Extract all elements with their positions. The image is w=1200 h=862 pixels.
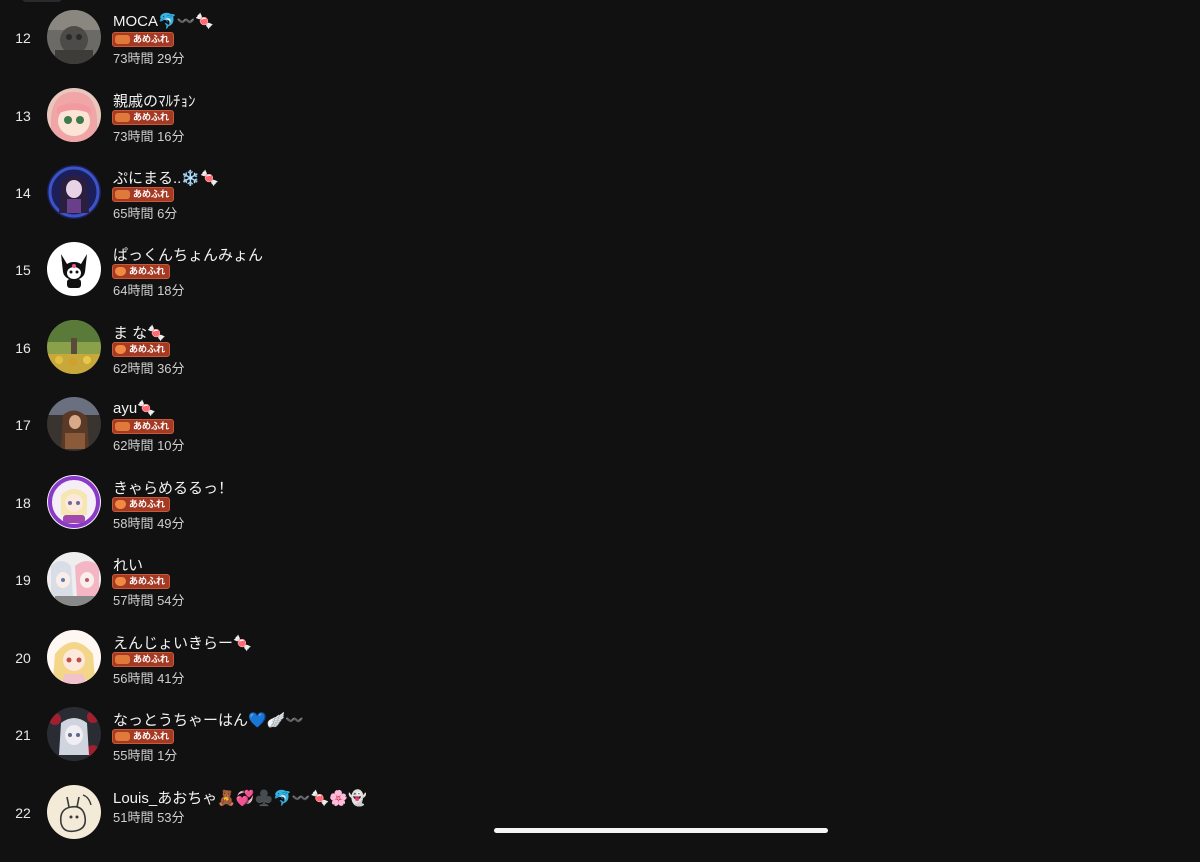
rank-number: 17: [15, 417, 31, 433]
previous-row-edge: [22, 0, 62, 2]
user-name: きゃらめるるっ！: [113, 480, 234, 497]
ame-fure-badge: あめふれ: [112, 32, 175, 47]
watch-time: 73時間 16分: [113, 129, 185, 144]
user-avatar[interactable]: [47, 475, 101, 529]
user-name: ayu🍬: [113, 400, 156, 417]
ame-fure-badge: あめふれ: [112, 110, 175, 125]
rank-number: 21: [15, 727, 31, 743]
user-name: MOCA🐬〰️🍬: [113, 13, 215, 30]
ame-fure-badge: あめふれ: [112, 729, 175, 744]
user-avatar[interactable]: [47, 397, 101, 451]
rank-number: 13: [15, 108, 31, 124]
rank-number: 22: [15, 805, 31, 821]
rank-number: 18: [15, 495, 31, 511]
watch-time: 51時間 53分: [113, 810, 185, 825]
badge-icon: [115, 35, 130, 44]
ame-fure-badge: あめふれ: [112, 187, 175, 202]
ranking-list: 12 MOCA🐬〰️🍬 あめふれ 73時間 29分 13 親戚のﾏﾙﾁｮﾝ あめ…: [0, 0, 1200, 840]
watch-time: 64時間 18分: [113, 283, 185, 298]
user-avatar[interactable]: [47, 630, 101, 684]
badge-icon: [115, 113, 130, 122]
ranking-row[interactable]: 18 きゃらめるるっ！ あめふれ 58時間 49分: [0, 475, 1200, 552]
watch-time: 55時間 1分: [113, 748, 178, 763]
rank-number: 19: [15, 572, 31, 588]
user-name: ま な🍬: [113, 325, 166, 342]
badge-heart-icon: [115, 345, 126, 354]
user-name: れい: [113, 557, 144, 574]
user-avatar[interactable]: [47, 10, 101, 64]
home-indicator[interactable]: [494, 828, 828, 833]
badge-heart-icon: [115, 500, 126, 509]
ranking-row[interactable]: 16 ま な🍬 あめふれ 62時間 36分: [0, 320, 1200, 397]
user-name: Louis_あおちゃ🧸💞♣️🐬〰️🍬🌸👻: [113, 790, 367, 807]
user-name: ぱっくんちょんみょん: [113, 247, 264, 264]
user-name: ぷにまる..❄️🍬: [113, 170, 219, 187]
user-name: なっとうちゃーはん💙🪽〰️: [113, 712, 305, 729]
badge-icon: [115, 655, 130, 664]
ranking-row[interactable]: 14 ぷにまる..❄️🍬 あめふれ 65時間 6分: [0, 165, 1200, 242]
ame-fure-badge: あめふれ: [112, 419, 175, 434]
watch-time: 62時間 36分: [113, 361, 185, 376]
rank-number: 16: [15, 340, 31, 356]
user-avatar[interactable]: [47, 88, 101, 142]
watch-time: 73時間 29分: [113, 51, 185, 66]
badge-icon: [115, 422, 130, 431]
ame-fure-badge: あめふれ: [112, 342, 171, 357]
rank-number: 12: [15, 30, 31, 46]
badge-heart-icon: [115, 267, 126, 276]
ranking-row[interactable]: 19 れい あめふれ 57時間 54分: [0, 552, 1200, 629]
user-avatar[interactable]: [47, 552, 101, 606]
user-avatar[interactable]: [47, 165, 101, 219]
badge-icon: [115, 190, 130, 199]
ranking-row[interactable]: 21 なっとうちゃーはん💙🪽〰️ あめふれ 55時間 1分: [0, 707, 1200, 784]
ranking-row[interactable]: 12 MOCA🐬〰️🍬 あめふれ 73時間 29分: [0, 10, 1200, 87]
user-avatar[interactable]: [47, 707, 101, 761]
watch-time: 56時間 41分: [113, 671, 185, 686]
ame-fure-badge: あめふれ: [112, 497, 171, 512]
rank-number: 20: [15, 650, 31, 666]
watch-time: 58時間 49分: [113, 516, 185, 531]
ame-fure-badge: あめふれ: [112, 574, 171, 589]
watch-time: 65時間 6分: [113, 206, 178, 221]
ranking-row[interactable]: 22 Louis_あおちゃ🧸💞♣️🐬〰️🍬🌸👻 51時間 53分: [0, 785, 1200, 862]
user-avatar[interactable]: [47, 320, 101, 374]
rank-number: 14: [15, 185, 31, 201]
watch-time: 57時間 54分: [113, 593, 185, 608]
badge-heart-icon: [115, 577, 126, 586]
ame-fure-badge: あめふれ: [112, 652, 175, 667]
ranking-row[interactable]: 13 親戚のﾏﾙﾁｮﾝ あめふれ 73時間 16分: [0, 88, 1200, 165]
badge-icon: [115, 732, 130, 741]
user-avatar[interactable]: [47, 785, 101, 839]
watch-time: 62時間 10分: [113, 438, 185, 453]
user-name: 親戚のﾏﾙﾁｮﾝ: [113, 93, 196, 110]
rank-number: 15: [15, 262, 31, 278]
ranking-row[interactable]: 17 ayu🍬 あめふれ 62時間 10分: [0, 397, 1200, 474]
ranking-row[interactable]: 20 えんじょいきらー🍬 あめふれ 56時間 41分: [0, 630, 1200, 707]
user-avatar[interactable]: [47, 242, 101, 296]
user-name: えんじょいきらー🍬: [113, 635, 252, 652]
ranking-row[interactable]: 15 ぱっくんちょんみょん あめふれ 64時間 18分: [0, 242, 1200, 319]
ame-fure-badge: あめふれ: [112, 264, 171, 279]
